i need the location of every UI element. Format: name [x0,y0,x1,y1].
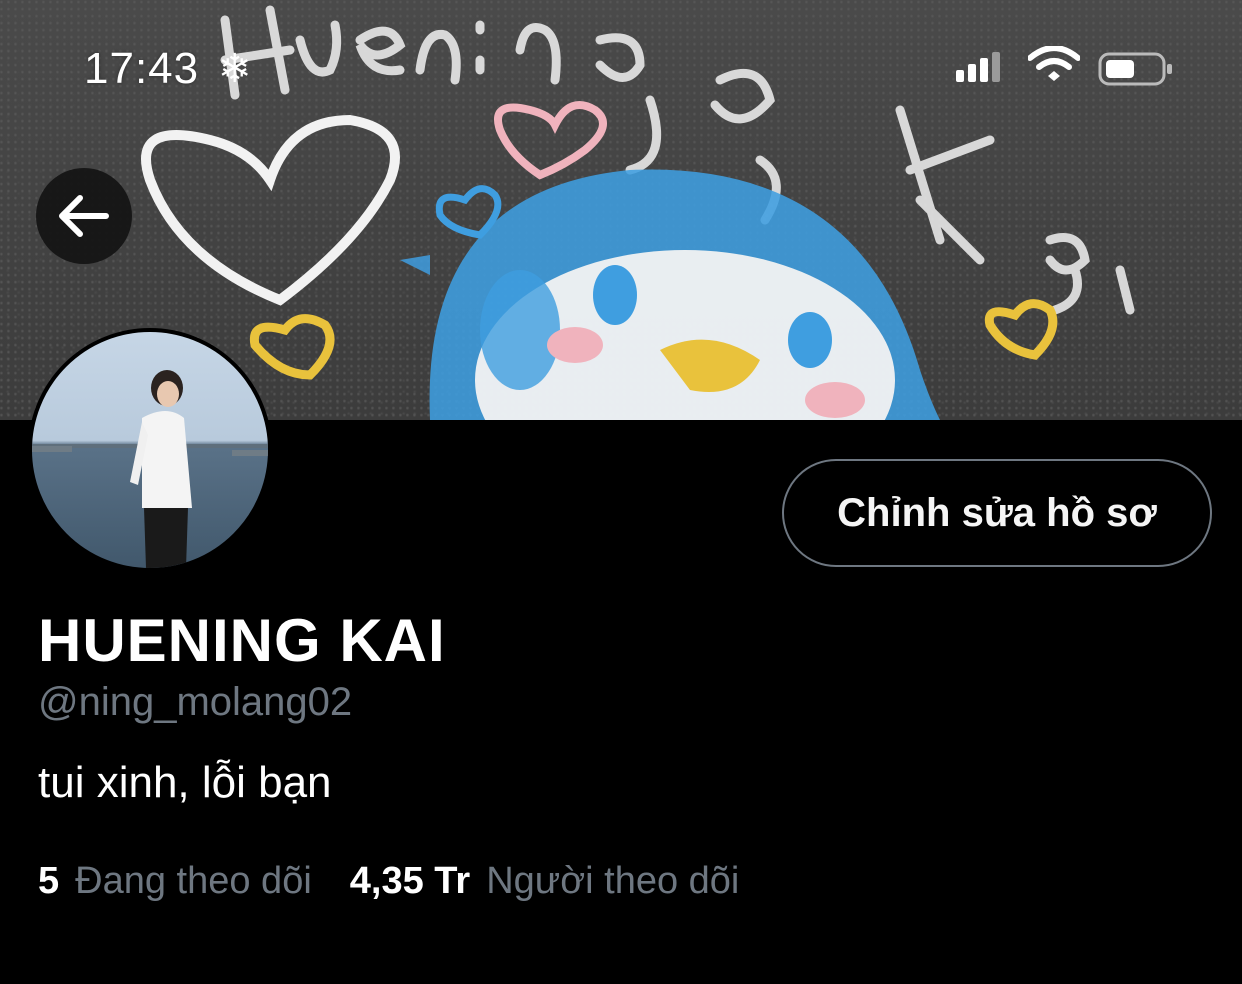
followers-count: 4,35 Tr [349,860,471,902]
following-link[interactable]: 5 Đang theo dõi [38,860,312,903]
cellular-signal-icon [956,52,1000,82]
battery-icon [1098,52,1172,86]
following-count: 5 [38,860,60,902]
arrow-left-icon [59,195,109,237]
back-button[interactable] [36,168,132,264]
followers-link[interactable]: 4,35 Tr Người theo dõi [350,860,740,903]
avatar[interactable] [28,328,272,572]
profile-handle: @ning_molang02 [38,680,353,724]
profile-bio: tui xinh, lỗi bạn [38,758,332,807]
status-time: 17:43 [84,44,200,93]
profile-display-name: HUENING KAI [38,607,446,674]
following-label: Đang theo dõi [75,860,312,902]
avatar-photo [32,370,268,568]
wifi-icon [1028,46,1080,81]
status-bar: 17:43 ❄ [0,0,1242,130]
followers-label: Người theo dõi [486,860,740,902]
snowflake-icon: ❄ [218,47,252,91]
edit-profile-button[interactable]: Chỉnh sửa hồ sơ [782,459,1212,567]
profile-stats: 5 Đang theo dõi 4,35 Tr Người theo dõi [38,860,739,903]
